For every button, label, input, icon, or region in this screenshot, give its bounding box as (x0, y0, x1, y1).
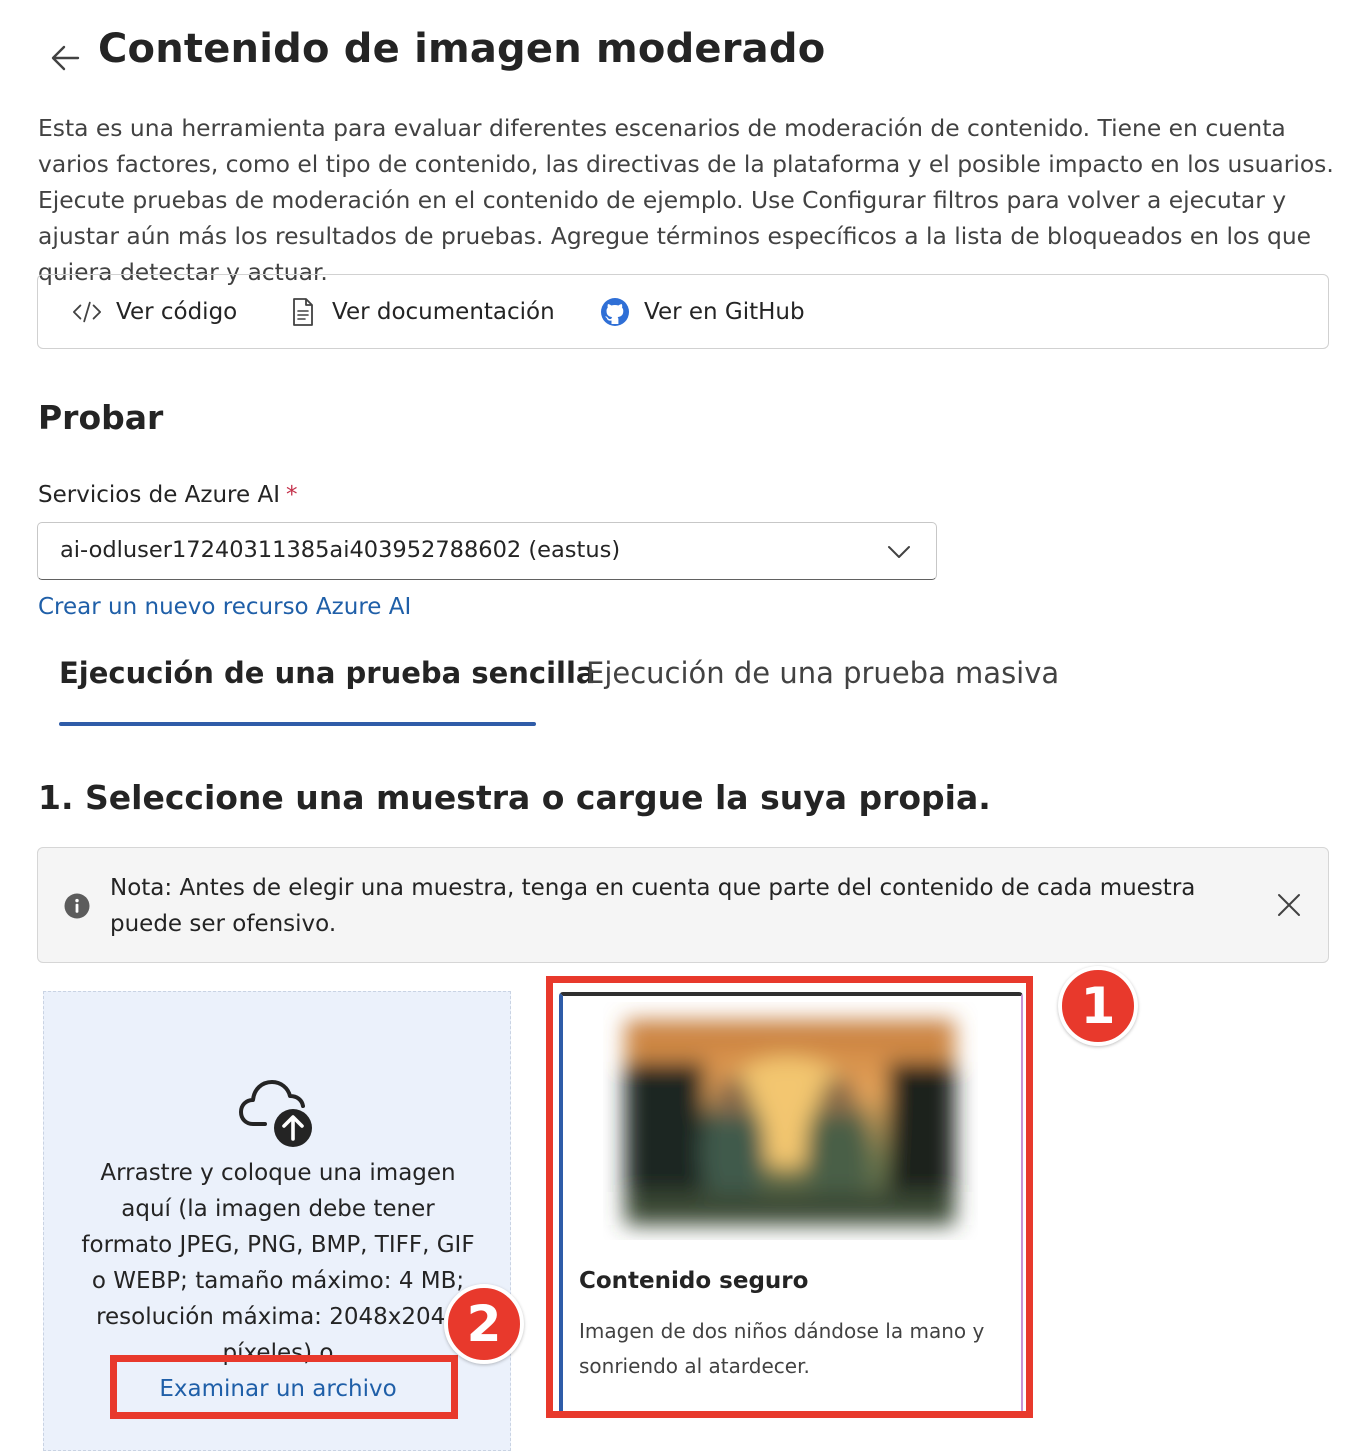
tab-selected-indicator (59, 722, 536, 726)
back-arrow-icon[interactable] (46, 38, 86, 78)
azure-service-value: ai-odluser17240311385ai403952788602 (eas… (60, 537, 621, 563)
view-docs-button[interactable]: Ver documentación (288, 275, 555, 348)
required-marker: * (285, 482, 298, 508)
note-text: Nota: Antes de elegir una muestra, tenga… (110, 875, 1196, 937)
view-github-label: Ver en GitHub (644, 298, 805, 325)
sample-thumbnail-image (603, 1002, 978, 1240)
sample-card-title: Contenido seguro (579, 1268, 809, 1294)
cloud-upload-icon (239, 1076, 319, 1152)
view-code-label: Ver código (116, 298, 238, 325)
annotation-badge-1: 1 (1058, 966, 1138, 1046)
sample-card-safe-content[interactable]: Contenido seguro Imagen de dos niños dán… (559, 992, 1023, 1418)
page-description: Esta es una herramienta para evaluar dif… (38, 114, 1334, 286)
info-icon (64, 893, 90, 923)
view-docs-label: Ver documentación (332, 298, 555, 325)
create-resource-link[interactable]: Crear un nuevo recurso Azure AI (38, 594, 411, 620)
browse-file-link[interactable]: Examinar un archivo (44, 1376, 512, 1402)
step1-heading: 1. Seleccione una muestra o cargue la su… (38, 778, 991, 817)
tab-bulk-test[interactable]: Ejecución de una prueba masiva (586, 656, 1059, 690)
section-heading-try: Probar (38, 398, 164, 437)
view-code-button[interactable]: Ver código (72, 275, 237, 348)
upload-instructions: Arrastre y coloque una imagen aquí (la i… (81, 1160, 475, 1366)
upload-dropzone[interactable]: Arrastre y coloque una imagen aquí (la i… (43, 991, 511, 1451)
chevron-down-icon (886, 539, 912, 569)
offensive-content-note: Nota: Antes de elegir una muestra, tenga… (37, 847, 1329, 963)
page-title: Contenido de imagen moderado (98, 26, 826, 72)
code-icon (72, 297, 102, 327)
azure-service-select[interactable]: ai-odluser17240311385ai403952788602 (eas… (37, 522, 937, 580)
toolbar: Ver código Ver documentación Ver en GitH… (37, 274, 1329, 349)
close-icon[interactable] (1276, 892, 1302, 922)
tab-single-test[interactable]: Ejecución de una prueba sencilla (59, 656, 596, 690)
annotation-badge-2: 2 (444, 1284, 524, 1364)
document-icon (288, 297, 318, 327)
view-github-button[interactable]: Ver en GitHub (600, 275, 805, 348)
service-field-label: Servicios de Azure AI * (38, 482, 297, 508)
service-label-text: Servicios de Azure AI (38, 482, 280, 508)
sample-card-description: Imagen de dos niños dándose la mano y so… (579, 1319, 985, 1378)
github-icon (600, 297, 630, 327)
